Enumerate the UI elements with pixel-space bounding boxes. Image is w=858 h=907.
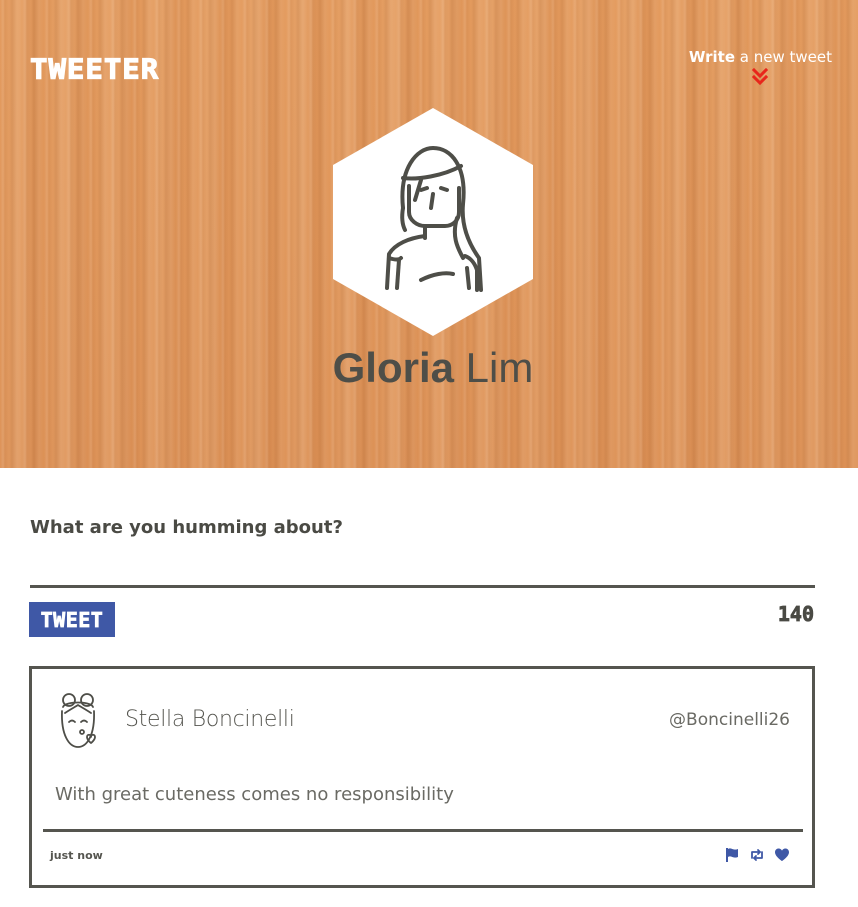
tweet-card: Stella Boncinelli @Boncinelli26 With gre…: [29, 666, 815, 888]
tweet-timestamp: just now: [50, 849, 103, 862]
profile-first-name: Gloria: [332, 344, 454, 391]
profile-banner: TWEETER Write a new tweet Gloria Lim: [0, 0, 858, 468]
write-new-tweet-link[interactable]: Write a new tweet: [689, 48, 832, 86]
tweet-divider: [43, 829, 803, 832]
compose-label: What are you humming about?: [30, 517, 343, 538]
char-counter: 140: [777, 602, 814, 627]
woman-avatar-icon: [333, 108, 533, 336]
profile-last-name: Lim: [454, 344, 534, 391]
write-link-rest: a new tweet: [735, 48, 832, 66]
heart-icon[interactable]: [774, 847, 790, 863]
tweet-author-handle[interactable]: @Boncinelli26: [669, 710, 790, 730]
girl-blowing-kiss-avatar-icon: [61, 693, 96, 748]
tweet-text: With great cuteness comes no responsibil…: [55, 784, 454, 805]
profile-name: Gloria Lim: [0, 344, 858, 392]
retweet-icon[interactable]: [749, 847, 765, 863]
tweet-author-name[interactable]: Stella Boncinelli: [125, 707, 295, 732]
write-link-bold: Write: [688, 48, 735, 66]
flag-icon[interactable]: [724, 847, 740, 863]
app-logo[interactable]: TWEETER: [29, 52, 159, 85]
double-chevron-down-icon: [752, 68, 769, 86]
tweet-actions: [724, 847, 790, 863]
tweet-input[interactable]: [30, 548, 815, 588]
tweet-button[interactable]: TWEET: [29, 602, 115, 637]
